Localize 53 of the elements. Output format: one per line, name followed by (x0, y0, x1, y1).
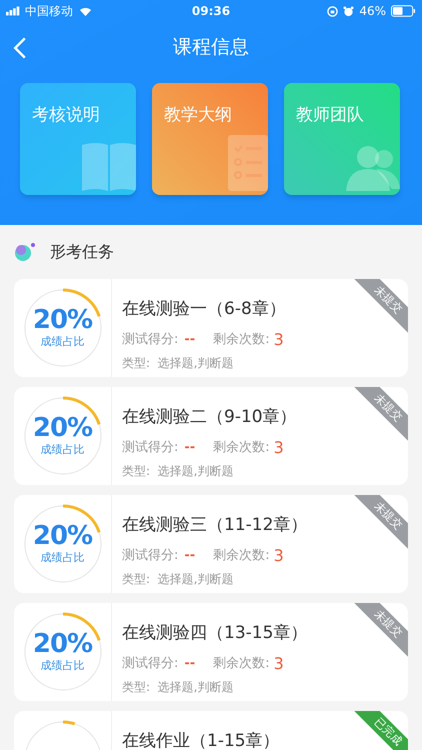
remaining-label: 剩余次数: (213, 654, 270, 673)
task-title: 在线测验二（9-10章） (122, 406, 297, 429)
section-title: 形考任务 (50, 241, 114, 263)
score-value: -- (184, 546, 196, 565)
remaining-label: 剩余次数: (213, 330, 270, 349)
percent-caption: 成绩占比 (40, 442, 84, 458)
question-types: 类型: 选择题,判断题 (122, 678, 234, 696)
task-card[interactable]: 20% 成绩占比 在线测验二（9-10章） 测试得分: -- 剩余次数: 3 类型: 选择题,判断题 未提交 (14, 387, 408, 485)
question-types: 类型: 选择题,判断题 (122, 570, 234, 588)
percent-value: 20% (32, 630, 92, 658)
percent-value: 20% (32, 414, 92, 442)
question-types: 类型: 选择题,判断题 (122, 354, 234, 372)
page-title: 课程信息 (173, 34, 249, 60)
percent-caption: 成绩占比 (40, 550, 84, 566)
remaining-count: 3 (274, 544, 284, 566)
score-label: 测试得分: (122, 330, 178, 349)
remaining-count: 3 (274, 328, 284, 350)
book-icon (82, 141, 136, 191)
percent-value: 20% (32, 306, 92, 334)
carrier-name: 中国移动 (25, 3, 73, 20)
remaining-label: 剩余次数: (213, 546, 270, 565)
score-label: 测试得分: (122, 438, 178, 457)
battery-icon (391, 5, 416, 17)
percent-value: 20% (32, 522, 92, 550)
people-icon (346, 145, 400, 191)
remaining-label: 剩余次数: (213, 438, 270, 457)
task-card[interactable]: 20% 成绩占比 在线测验三（11-12章） 测试得分: -- 剩余次数: 3 类型: 选择题,判断题 未提交 (14, 495, 408, 593)
task-card[interactable]: 20% 成绩占比 在线测验一（6-8章） 测试得分: -- 剩余次数: 3 类型: 选择题,判断题 未提交 (14, 279, 408, 377)
signal-icon (6, 6, 22, 16)
task-title: 在线测验四（13-15章） (122, 622, 308, 645)
alarm-icon (343, 6, 354, 16)
score-value: -- (184, 330, 196, 349)
percent-caption: 成绩占比 (40, 334, 84, 350)
task-title: 在线测验一（6-8章） (122, 298, 286, 321)
score-value: -- (184, 654, 196, 673)
percent-caption: 成绩占比 (40, 658, 84, 674)
score-value: -- (184, 438, 196, 457)
clock-time: 09:36 (190, 3, 232, 20)
remaining-count: 3 (274, 436, 284, 458)
score-label: 测试得分: (122, 546, 178, 565)
task-card[interactable]: 在线作业（1-15章） 已完成 (14, 711, 408, 750)
question-types: 类型: 选择题,判断题 (122, 462, 234, 480)
score-label: 测试得分: (122, 654, 178, 673)
task-card[interactable]: 20% 成绩占比 在线测验四（13-15章） 测试得分: -- 剩余次数: 3 类型: 选择题,判断题 未提交 (14, 603, 408, 701)
task-title: 在线作业（1-15章） (122, 730, 280, 750)
section-dots-icon (14, 242, 36, 262)
remaining-count: 3 (274, 652, 284, 674)
wifi-icon (78, 6, 93, 16)
battery-percent: 46% (359, 3, 386, 20)
checklist-icon (228, 135, 268, 191)
back-button[interactable] (12, 36, 28, 60)
task-title: 在线测验三（11-12章） (122, 514, 308, 537)
rotation-lock-icon (327, 6, 338, 16)
